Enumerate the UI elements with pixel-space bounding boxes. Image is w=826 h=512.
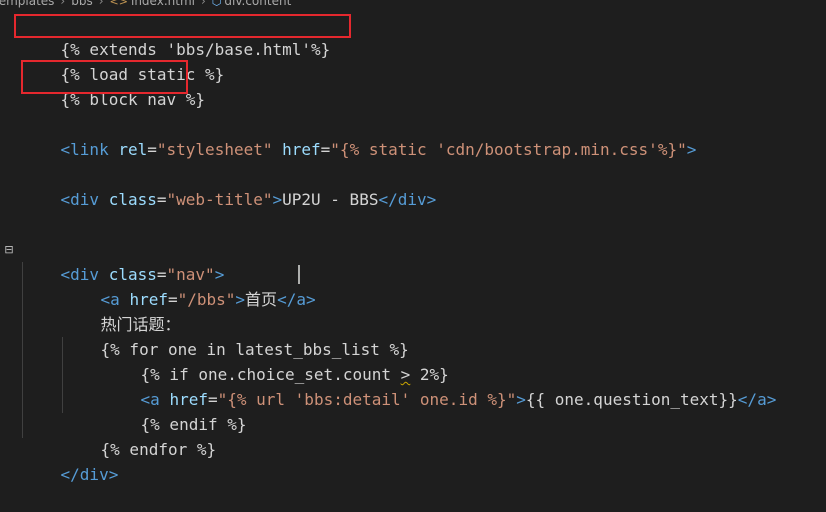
code-line-home-link: <a href="/bbs">首页</a> [100, 290, 316, 309]
url-value-end: one.id %}" [419, 390, 517, 409]
href-value: "/bbs" [177, 290, 236, 309]
class-attribute: class [108, 190, 157, 209]
rel-attribute: rel [118, 140, 148, 159]
link-tag-close: > [686, 140, 697, 159]
div-tag-end: </div> [378, 190, 437, 209]
tag-bracket: > [272, 190, 283, 209]
code-line-2: {% load static %} [22, 37, 225, 84]
web-title-text: UP2U - BBS [282, 190, 379, 209]
code-line-nav-div: <div class="nav"> [60, 265, 225, 284]
code-line-link: <link rel="stylesheet" href="{% static '… [60, 140, 697, 159]
fold-toggle-icon[interactable]: ⊟ [3, 243, 15, 256]
tag-bracket: > [235, 290, 246, 309]
code-line-detail-link: <a href="{% url 'bbs:detail' one.id %}">… [140, 390, 777, 409]
code-editor[interactable]: ⊟ {% extends 'bbs/base.html'%} {% load s… [0, 0, 826, 485]
code-line-for: {% for one in latest_bbs_list %} [62, 312, 409, 359]
href-value: "{% static 'cdn/bootstrap.min.css'%}" [330, 140, 687, 159]
rel-value: "stylesheet" [156, 140, 273, 159]
url-value-start: "{% url 'bbs:detail' [217, 390, 420, 409]
code-line-div-close: </div> [22, 437, 119, 484]
home-link-text: 首页 [245, 290, 278, 309]
block-nav-directive: {% block nav %} [60, 90, 206, 109]
code-line-web-title: <div class="web-title">UP2U - BBS</div> [60, 190, 437, 209]
code-line-endfor: {% endfor %} [62, 412, 217, 459]
code-line-hot-topics: 热门话题： [62, 287, 181, 334]
a-tag-end: </a> [737, 390, 777, 409]
question-text-var: {{ one.question_text}} [525, 390, 738, 409]
href-attribute: href [282, 140, 321, 159]
link-tag-open: <link [60, 140, 109, 159]
code-line-endif: {% endif %} [102, 387, 247, 434]
div-tag-open: <div [60, 190, 100, 209]
a-tag-end: </a> [277, 290, 316, 309]
class-value: "web-title" [166, 190, 273, 209]
code-line-1: {% extends 'bbs/base.html'%} [22, 12, 331, 59]
tag-bracket: > [516, 390, 526, 409]
code-line-if: {% if one.choice_set.count > 2%} [102, 337, 449, 384]
text-cursor [298, 265, 300, 284]
code-line-3: {% block nav %} [22, 62, 206, 109]
div-tag-end: </div> [60, 465, 119, 484]
